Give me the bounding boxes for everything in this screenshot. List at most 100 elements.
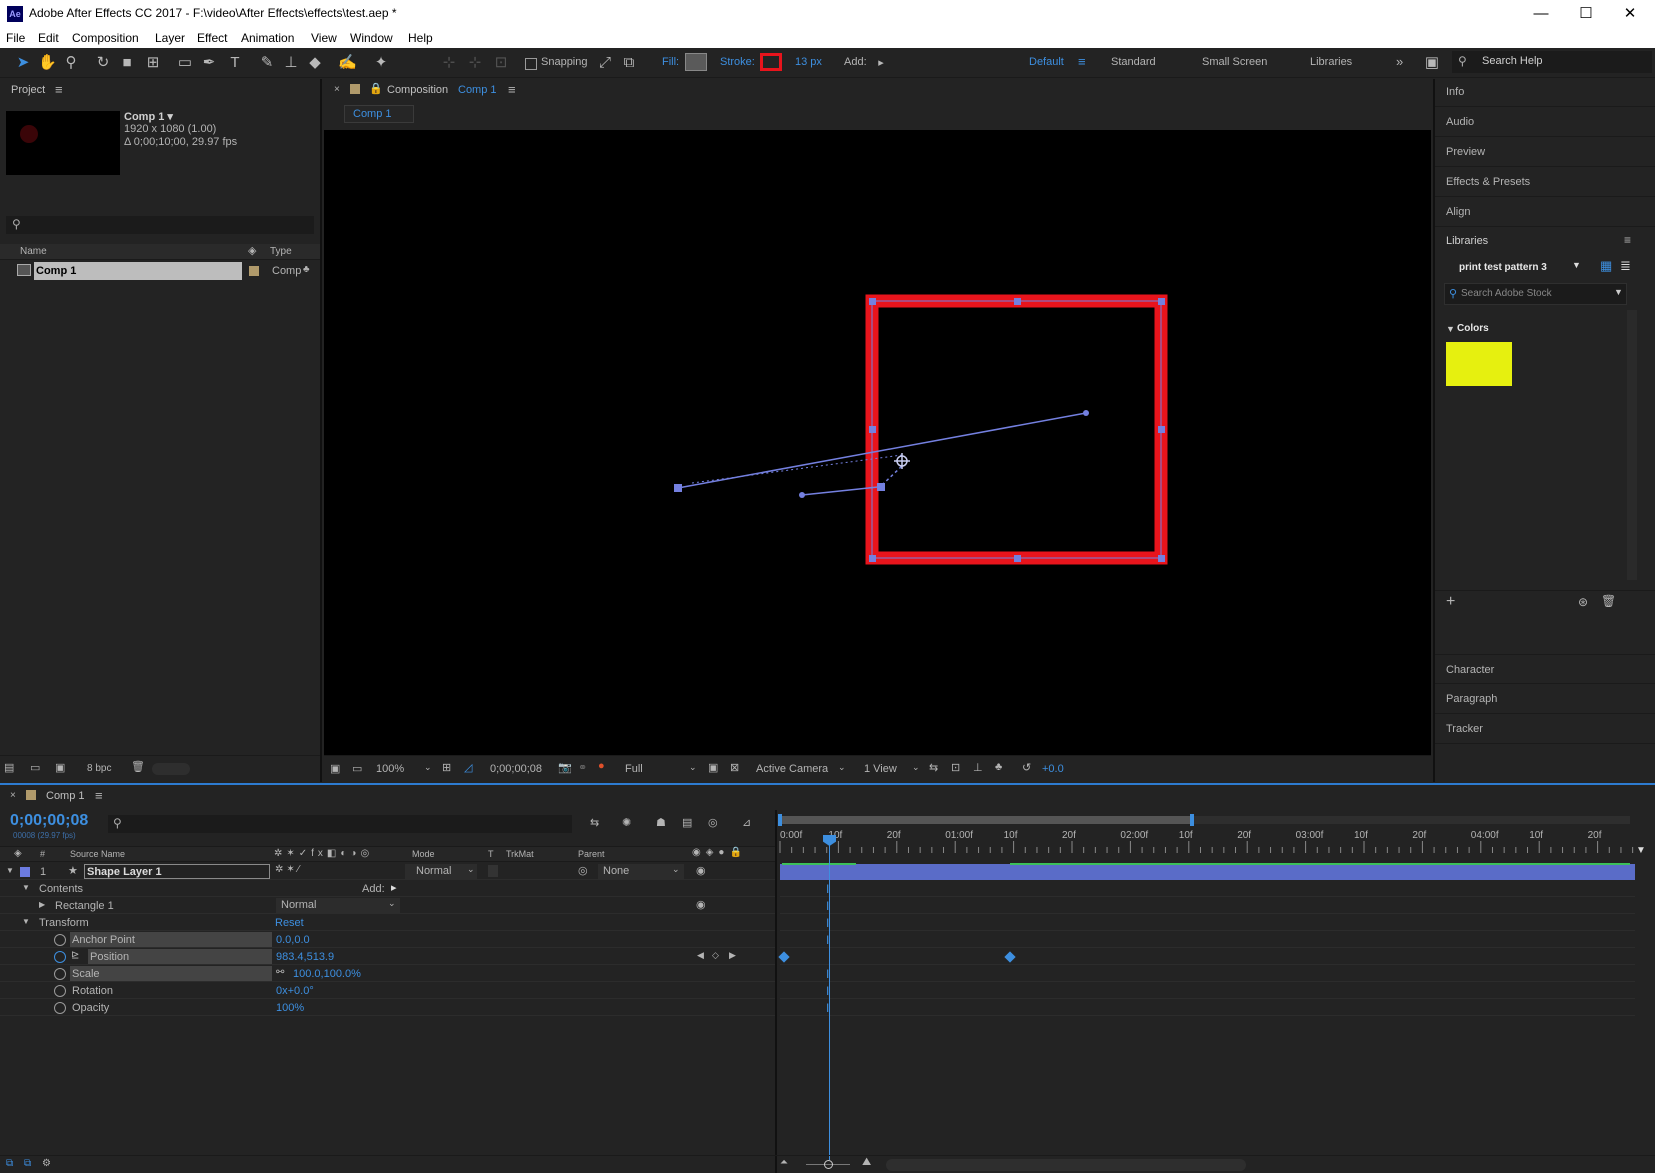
mode-dropdown-icon[interactable]: ⌄ (467, 864, 475, 875)
draft-3d-icon[interactable]: ✺ (622, 816, 631, 829)
camera-value[interactable]: Active Camera (756, 763, 828, 775)
col-name-header[interactable]: Name (20, 246, 47, 257)
menu-layer[interactable]: Layer (155, 31, 185, 45)
monitor-icon[interactable]: ▭ (352, 762, 362, 775)
menu-file[interactable]: File (6, 31, 25, 45)
shy-layers-icon[interactable]: ☗ (656, 816, 666, 829)
grid-view-icon[interactable]: ▦ (1600, 258, 1612, 274)
rectangle-mode-value[interactable]: Normal (281, 899, 316, 911)
parent-dropdown-icon[interactable]: ⌄ (672, 864, 680, 875)
zoom-in-icon[interactable]: ⛰ (862, 1156, 871, 1169)
next-keyframe-icon[interactable]: ▶ (729, 950, 736, 961)
layer-mode-value[interactable]: Normal (416, 865, 451, 877)
viewer-menu-icon[interactable]: ≡ (508, 82, 516, 97)
transform-expand-icon[interactable]: ▼ (22, 917, 30, 926)
time-navigator-range[interactable] (778, 816, 1193, 824)
opacity-value[interactable]: 100% (276, 1002, 304, 1014)
add-content-icon[interactable]: ▸ (391, 881, 397, 894)
time-navigator[interactable] (778, 814, 1630, 826)
always-preview-icon[interactable]: ▣ (330, 762, 340, 775)
col-type-header[interactable]: Type (270, 246, 292, 257)
channel-icon[interactable]: ● (598, 760, 605, 772)
flowchart-icon[interactable]: ♣ (995, 761, 1002, 773)
prev-keyframe-icon[interactable]: ◀ (697, 950, 704, 961)
constrain-proportions-icon[interactable]: ⚯ (276, 967, 284, 978)
menu-effect[interactable]: Effect (197, 31, 227, 45)
timeline-icon[interactable]: ⊥ (973, 761, 983, 774)
puppet-tool-icon[interactable]: ✦ (372, 54, 390, 72)
libraries-menu-icon[interactable]: ≡ (1624, 233, 1631, 247)
panel-align[interactable]: Align (1435, 197, 1655, 227)
layer-expand-icon[interactable]: ▼ (6, 866, 14, 875)
timeline-search-input[interactable]: ⚲ (108, 815, 572, 833)
panel-character[interactable]: Character (1435, 654, 1655, 684)
rectangle-label[interactable]: Rectangle 1 (55, 900, 114, 912)
comp-button-icon[interactable]: ▼ (1636, 845, 1648, 859)
rectangle-row[interactable]: ▶ Rectangle 1 Normal ⌄ ◉ (0, 898, 775, 914)
position-value[interactable]: 983.4,513.9 (276, 951, 334, 963)
workspace-libraries[interactable]: Libraries (1310, 56, 1352, 68)
layer-name-box[interactable]: Shape Layer 1 (84, 864, 270, 879)
library-dropdown-icon[interactable]: ▼ (1572, 260, 1581, 270)
render-time-icon[interactable]: ⚙ (42, 1158, 51, 1169)
menu-animation[interactable]: Animation (241, 31, 294, 45)
zoom-out-icon[interactable]: ⏶ (780, 1157, 788, 1168)
fast-previews-icon[interactable]: ⊡ (951, 761, 960, 774)
stopwatch-icon[interactable] (54, 1002, 66, 1014)
comp-name[interactable]: Comp 1 ▾ (124, 110, 173, 123)
flowchart-icon[interactable]: ♣ (303, 264, 310, 275)
rectangle-expand-icon[interactable]: ▶ (39, 900, 45, 909)
new-comp-icon[interactable]: ▣ (55, 761, 65, 774)
rotation-row[interactable]: Rotation 0x+0.0° (0, 983, 775, 999)
add-element-icon[interactable]: + (1446, 593, 1455, 611)
project-menu-icon[interactable]: ≡ (55, 82, 63, 97)
project-item-name[interactable]: Comp 1 (36, 265, 76, 277)
comp-navigator-label[interactable]: Comp 1 (353, 108, 392, 120)
timeline-current-time[interactable]: 0;00;00;08 (10, 812, 88, 830)
modes-toggle-icon[interactable]: ⧉ (24, 1158, 31, 1169)
pen-tool-icon[interactable]: ✒ (200, 54, 218, 72)
pan-behind-tool-icon[interactable]: ⊞ (144, 54, 162, 72)
region-of-interest-icon[interactable]: ▣ (708, 761, 718, 774)
layer-switches-icons[interactable]: ✲✶⁄ (275, 864, 302, 875)
rectangle-mode-select[interactable]: Normal ⌄ (276, 898, 400, 913)
workspace-default[interactable]: Default (1029, 56, 1064, 68)
close-button[interactable]: ✕ (1607, 0, 1653, 28)
camera-dropdown-icon[interactable]: ⌄ (838, 762, 846, 773)
hand-tool-icon[interactable]: ✋ (38, 54, 57, 72)
stopwatch-active-icon[interactable] (54, 951, 66, 963)
toggle-pixel-aspect-icon[interactable]: ⇆ (929, 761, 938, 774)
close-tab-icon[interactable]: × (334, 84, 340, 95)
brush-tool-icon[interactable]: ✎ (258, 54, 276, 72)
snapping-checkbox[interactable] (525, 58, 537, 70)
stroke-width-value[interactable]: 13 px (795, 56, 822, 68)
trash-icon[interactable]: 🗑 (131, 760, 145, 773)
exposure-value[interactable]: +0.0 (1042, 763, 1064, 775)
layer-parent-select[interactable]: None ⌄ (598, 864, 684, 879)
yellow-color-swatch[interactable] (1446, 342, 1512, 386)
close-timeline-icon[interactable]: × (10, 790, 16, 801)
preserve-transparency-box[interactable] (488, 865, 498, 877)
mask-visibility-icon[interactable]: ◿ (464, 761, 472, 774)
timeline-menu-icon[interactable]: ≡ (95, 788, 103, 803)
more-workspaces-icon[interactable]: » (1396, 54, 1403, 69)
motion-blur-icon[interactable]: ◎ (708, 816, 718, 829)
col-trkmat[interactable]: TrkMat (506, 849, 534, 859)
col-number-icon[interactable]: # (40, 849, 45, 859)
layer-label-swatch[interactable] (20, 867, 30, 877)
opacity-row[interactable]: Opacity 100% (0, 1000, 775, 1016)
type-tool-icon[interactable]: T (226, 54, 244, 72)
interpret-footage-icon[interactable]: ▤ (4, 761, 14, 774)
panel-paragraph[interactable]: Paragraph (1435, 684, 1655, 714)
libraries-scrollbar[interactable] (1627, 310, 1637, 580)
trash-icon[interactable]: 🗑 (1601, 594, 1616, 608)
add-keyframe-icon[interactable]: ◇ (712, 950, 719, 961)
rectangle-visibility-icon[interactable]: ◉ (696, 898, 706, 911)
panel-effects-presets[interactable]: Effects & Presets (1435, 167, 1655, 197)
col-mode[interactable]: Mode (412, 849, 435, 859)
layer-name[interactable]: Shape Layer 1 (87, 866, 162, 878)
switches-icons[interactable]: ✲✶✓fx◧◐◑◎ (274, 848, 373, 859)
project-item-row[interactable]: Comp 1 Comp ♣ (0, 262, 320, 280)
transform-row[interactable]: ▼ Transform Reset (0, 915, 775, 931)
rotate-tool-icon[interactable]: ↻ (94, 54, 112, 72)
